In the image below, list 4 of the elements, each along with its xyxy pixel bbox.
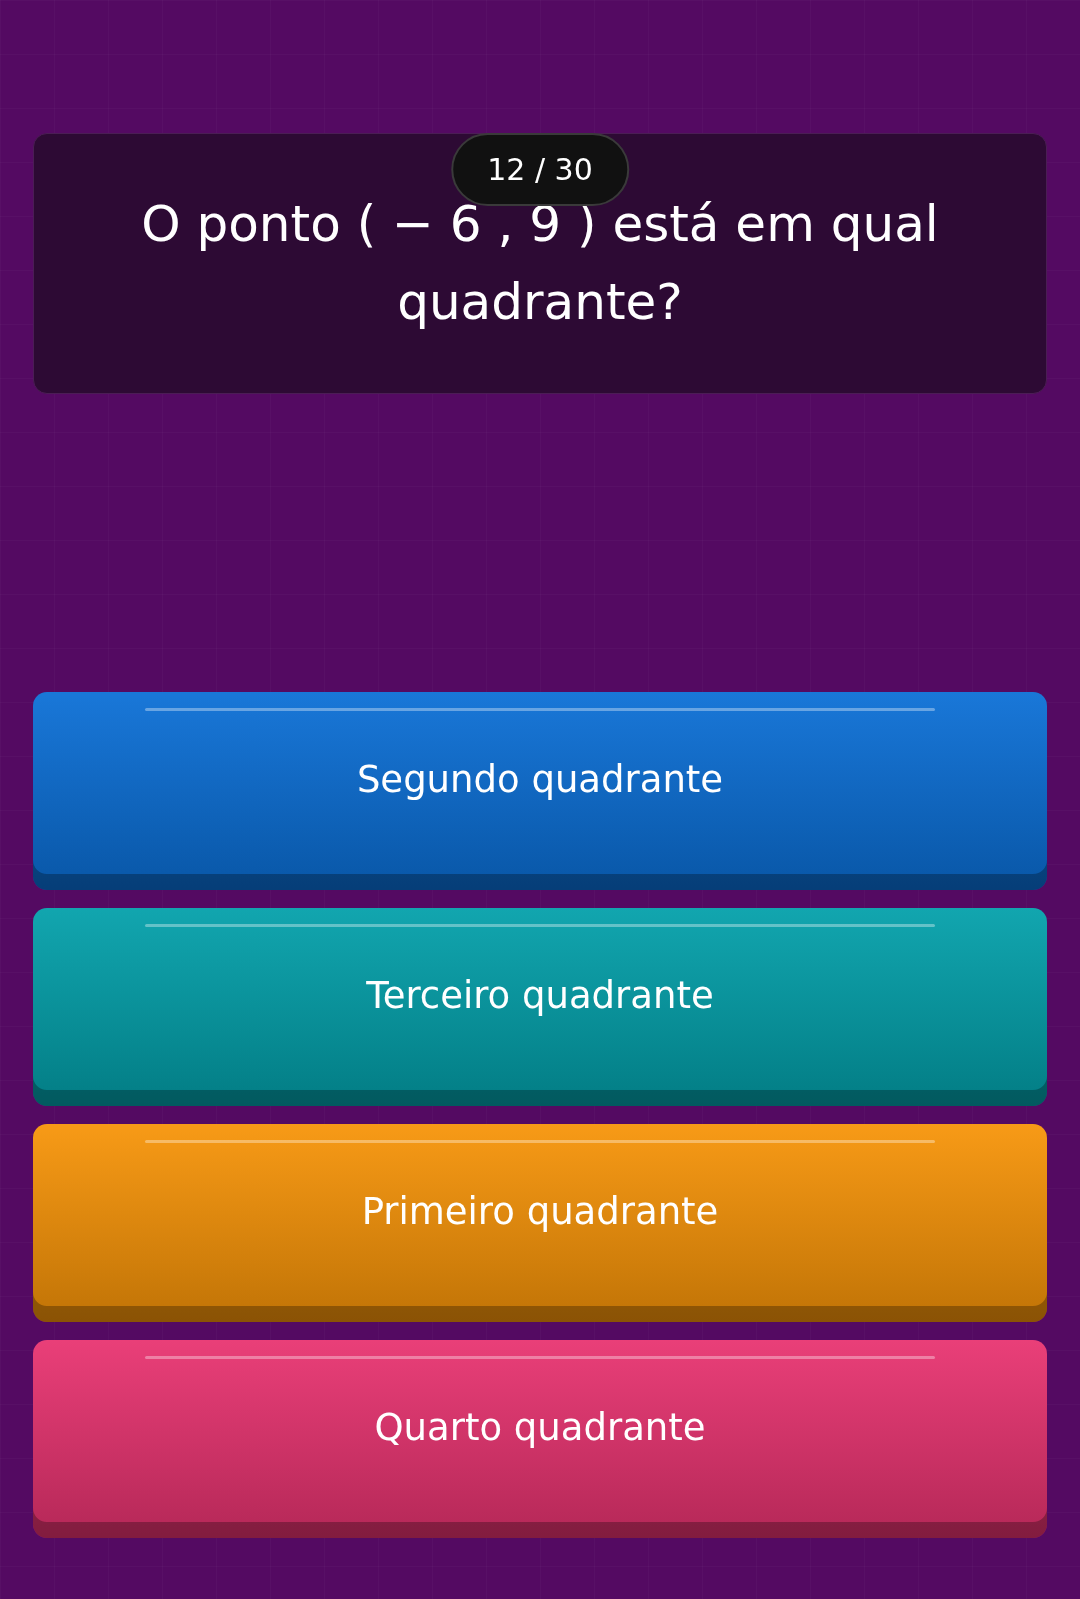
answer-button[interactable]: Primeiro quadrante [33,1124,1047,1322]
answer-button[interactable]: Segundo quadrante [33,692,1047,890]
answer-button[interactable]: Quarto quadrante [33,1340,1047,1538]
answer-button[interactable]: Terceiro quadrante [33,908,1047,1106]
